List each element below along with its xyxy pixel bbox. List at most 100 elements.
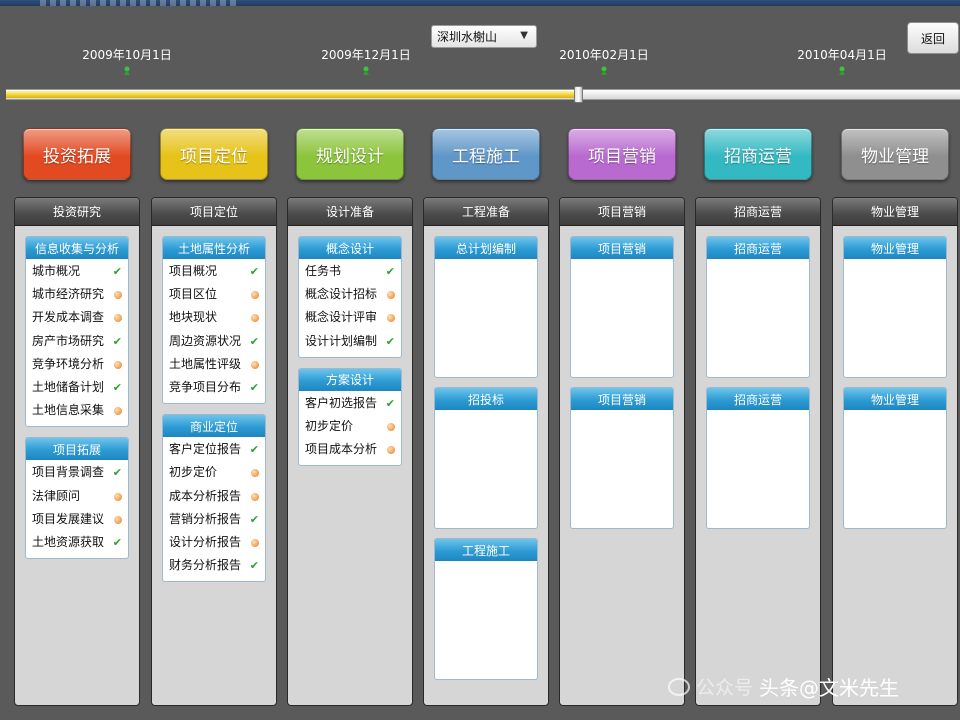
list-item[interactable]: 城市经济研究 bbox=[26, 283, 128, 306]
timeline-slider-handle[interactable] bbox=[574, 86, 583, 103]
list-item[interactable]: 客户定位报告 ✔ bbox=[163, 438, 265, 461]
pending-dot-icon bbox=[114, 407, 122, 416]
phase-column-6: 招商运营 招商运营 招商运营 bbox=[695, 197, 821, 706]
pending-dot-icon bbox=[251, 314, 259, 323]
phase-button-4[interactable]: 工程施工 bbox=[432, 128, 540, 180]
card-title[interactable]: 信息收集与分析 bbox=[26, 237, 128, 259]
card-title[interactable]: 方案设计 bbox=[299, 368, 401, 391]
watermark-text: 头条@文米先生 bbox=[759, 676, 900, 700]
list-item[interactable]: 项目发展建议 bbox=[26, 508, 128, 531]
pending-dot-icon bbox=[251, 492, 259, 501]
timeline-slider[interactable] bbox=[6, 86, 960, 103]
list-item[interactable]: 土地资源获取 ✔ bbox=[26, 531, 128, 554]
pending-dot-icon bbox=[387, 291, 395, 300]
pending-dot-icon bbox=[251, 469, 259, 478]
list-item[interactable]: 设计分析报告 bbox=[163, 531, 265, 554]
card-body-empty bbox=[844, 259, 946, 377]
card-title[interactable]: 土地属性分析 bbox=[163, 237, 265, 259]
card-body-empty bbox=[571, 259, 673, 377]
check-icon: ✔ bbox=[385, 334, 395, 348]
check-icon: ✔ bbox=[385, 396, 395, 410]
task-card: 项目营销 bbox=[570, 387, 674, 529]
list-item[interactable]: 项目概况 ✔ bbox=[163, 260, 265, 283]
card-title[interactable]: 招商运营 bbox=[707, 237, 809, 259]
list-item[interactable]: 任务书 ✔ bbox=[299, 260, 401, 283]
pending-dot-icon bbox=[251, 291, 259, 300]
list-item[interactable]: 概念设计招标 bbox=[299, 283, 401, 306]
card-title[interactable]: 项目拓展 bbox=[26, 438, 128, 461]
list-item[interactable]: 地块现状 bbox=[163, 306, 265, 329]
card-title[interactable]: 概念设计 bbox=[299, 237, 401, 259]
phase-button-3[interactable]: 规划设计 bbox=[296, 128, 404, 180]
list-item[interactable]: 房产市场研究 ✔ bbox=[26, 330, 128, 353]
list-item-label: 项目成本分析 bbox=[305, 442, 378, 457]
list-item[interactable]: 初步定价 bbox=[299, 415, 401, 438]
list-item[interactable]: 项目背景调查 ✔ bbox=[26, 461, 128, 484]
list-item-label: 土地储备计划 bbox=[32, 379, 105, 394]
list-item[interactable]: 客户初选报告 ✔ bbox=[299, 392, 401, 415]
timeline-date-label: 2009年10月1日 bbox=[82, 48, 172, 62]
list-item-label: 概念设计招标 bbox=[305, 287, 378, 302]
phase-button-2[interactable]: 项目定位 bbox=[160, 128, 268, 180]
card-title[interactable]: 商业定位 bbox=[163, 415, 265, 438]
list-item[interactable]: 周边资源状况 ✔ bbox=[163, 330, 265, 353]
timeline-date-label: 2010年02月1日 bbox=[559, 48, 649, 62]
phase-button-6[interactable]: 招商运营 bbox=[704, 128, 812, 180]
list-item-label: 土地信息采集 bbox=[32, 403, 105, 418]
column-header: 招商运营 bbox=[696, 198, 820, 226]
list-item[interactable]: 土地信息采集 bbox=[26, 399, 128, 422]
check-icon: ✔ bbox=[112, 334, 122, 348]
list-item[interactable]: 法律顾问 bbox=[26, 485, 128, 508]
watermark: 公众号 头条@文米先生 bbox=[668, 672, 899, 701]
pending-dot-icon bbox=[114, 515, 122, 524]
list-item[interactable]: 开发成本调查 bbox=[26, 306, 128, 329]
list-item[interactable]: 财务分析报告 ✔ bbox=[163, 554, 265, 577]
list-item[interactable]: 竞争环境分析 bbox=[26, 353, 128, 376]
list-item-label: 项目概况 bbox=[169, 264, 218, 278]
list-item[interactable]: 营销分析报告 ✔ bbox=[163, 508, 265, 531]
card-body-empty bbox=[844, 410, 946, 528]
check-icon: ✔ bbox=[112, 380, 122, 394]
list-item[interactable]: 项目区位 bbox=[163, 283, 265, 306]
pending-dot-icon bbox=[114, 492, 122, 501]
phase-button-1[interactable]: 投资拓展 bbox=[23, 128, 131, 180]
list-item-label: 初步定价 bbox=[305, 418, 354, 433]
pending-dot-icon bbox=[251, 538, 259, 547]
list-item-label: 项目发展建议 bbox=[32, 511, 105, 526]
card-body-empty bbox=[707, 410, 809, 528]
list-item-label: 房产市场研究 bbox=[32, 333, 105, 348]
list-item[interactable]: 初步定价 bbox=[163, 461, 265, 484]
list-item[interactable]: 土地属性评级 bbox=[163, 353, 265, 376]
phase-button-5[interactable]: 项目营销 bbox=[568, 128, 676, 180]
phase-button-7[interactable]: 物业管理 bbox=[841, 128, 949, 180]
list-item-label: 竞争项目分布 bbox=[169, 379, 242, 394]
card-body-empty bbox=[435, 410, 537, 528]
check-icon: ✔ bbox=[112, 535, 122, 549]
card-body-empty bbox=[435, 259, 537, 377]
list-item-label: 成本分析报告 bbox=[169, 488, 242, 503]
card-title[interactable]: 招商运营 bbox=[707, 388, 809, 410]
list-item[interactable]: 城市概况 ✔ bbox=[26, 260, 128, 283]
milestone-pin-icon bbox=[124, 66, 130, 75]
card-title[interactable]: 项目营销 bbox=[571, 388, 673, 410]
list-item-label: 法律顾问 bbox=[32, 488, 81, 503]
list-item-label: 概念设计评审 bbox=[305, 310, 378, 325]
card-title[interactable]: 项目营销 bbox=[571, 237, 673, 259]
list-item[interactable]: 土地储备计划 ✔ bbox=[26, 376, 128, 399]
card-title[interactable]: 物业管理 bbox=[844, 237, 946, 259]
card-title[interactable]: 总计划编制 bbox=[435, 237, 537, 259]
card-title[interactable]: 物业管理 bbox=[844, 388, 946, 410]
wechat-icon bbox=[668, 677, 690, 696]
list-item[interactable]: 成本分析报告 bbox=[163, 485, 265, 508]
list-item[interactable]: 竞争项目分布 ✔ bbox=[163, 376, 265, 399]
list-item[interactable]: 概念设计评审 bbox=[299, 306, 401, 329]
list-item[interactable]: 设计计划编制 ✔ bbox=[299, 330, 401, 353]
milestone-pin-icon bbox=[363, 66, 369, 75]
card-title[interactable]: 工程施工 bbox=[435, 539, 537, 561]
list-item[interactable]: 项目成本分析 bbox=[299, 438, 401, 461]
back-button[interactable]: 返回 bbox=[907, 22, 959, 54]
list-item-label: 周边资源状况 bbox=[169, 333, 242, 348]
phase-column-7: 物业管理 物业管理 物业管理 bbox=[832, 197, 958, 706]
card-title[interactable]: 招投标 bbox=[435, 388, 537, 410]
project-select[interactable]: 深圳水榭山 ▼ bbox=[431, 25, 537, 48]
